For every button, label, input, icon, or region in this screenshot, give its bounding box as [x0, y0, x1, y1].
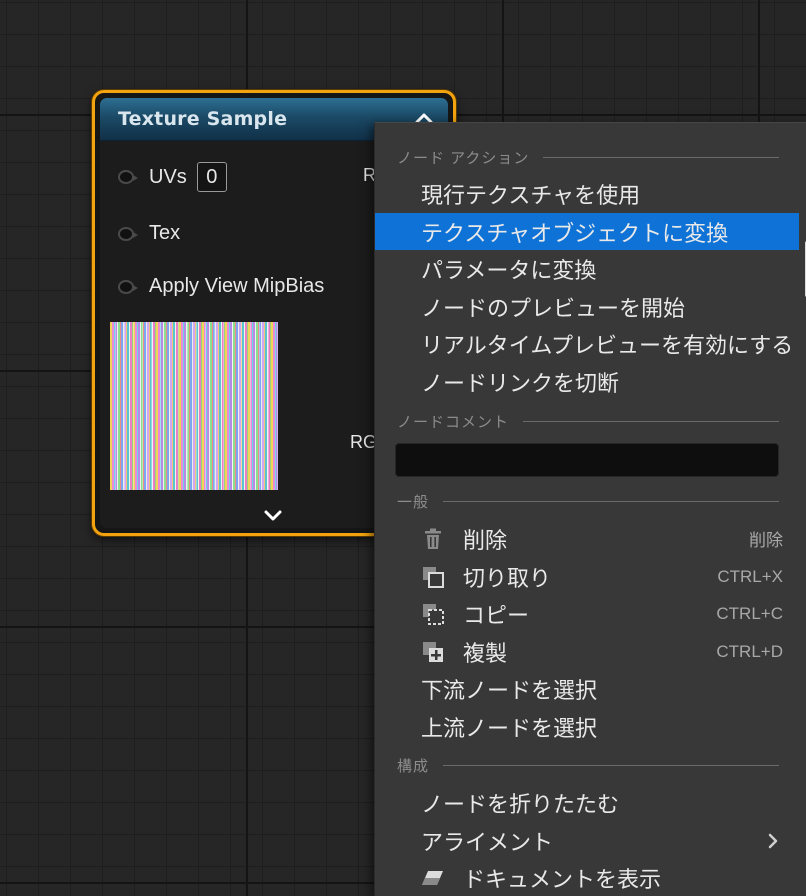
menu-item-label: ノードを折りたたむ: [421, 791, 620, 817]
menu-item-label: 切り取り: [463, 565, 552, 591]
divider: [523, 421, 779, 422]
menu-item-show-documentation[interactable]: ドキュメントを表示: [375, 859, 799, 896]
eraser-icon: [422, 871, 443, 885]
node-title: Texture Sample: [118, 108, 288, 130]
menu-item-alignment[interactable]: アライメント: [375, 822, 799, 859]
menu-item-label: 削除: [463, 527, 508, 553]
menu-item-duplicate[interactable]: 複製 CTRL+D: [375, 633, 799, 670]
pin-label-tex: Tex: [149, 222, 181, 244]
menu-item-label: 複製: [463, 640, 508, 666]
texture-preview: [110, 322, 278, 490]
menu-item-label: パラメータに変換: [421, 257, 597, 283]
menu-item-label: コピー: [463, 602, 530, 628]
menu-item-select-upstream[interactable]: 上流ノードを選択: [375, 708, 799, 745]
cut-icon: [423, 567, 444, 588]
menu-item-label: 現行テクスチャを使用: [421, 182, 641, 208]
menu-item-label: ノードのプレビューを開始: [421, 295, 686, 321]
section-title: ノードコメント: [397, 414, 510, 431]
menu-item-start-preview[interactable]: ノードのプレビューを開始: [375, 288, 799, 325]
menu-item-label: リアルタイムプレビューを有効にする: [421, 332, 794, 358]
duplicate-icon: [423, 642, 443, 662]
pin-row-uvs: UVs 0: [118, 162, 227, 192]
copy-icon: [423, 604, 444, 625]
output-label-rg: RG: [350, 432, 377, 452]
shortcut-label: CTRL+X: [717, 566, 783, 586]
context-menu: ノード アクション 現行テクスチャを使用 テクスチャオブジェクトに変換 パラメー…: [374, 122, 806, 896]
menu-item-use-current-texture[interactable]: 現行テクスチャを使用: [375, 175, 799, 212]
section-node-comment: ノードコメント: [397, 411, 779, 432]
shortcut-label: CTRL+D: [716, 641, 783, 661]
menu-item-convert-to-parameter[interactable]: パラメータに変換: [375, 250, 799, 287]
pin-circle-icon[interactable]: [118, 279, 138, 294]
menu-item-label: ドキュメントを表示: [463, 866, 662, 892]
menu-item-label: テクスチャオブジェクトに変換: [421, 220, 729, 246]
shortcut-label: CTRL+C: [716, 603, 783, 623]
pin-row-mipbias: Apply View MipBias: [118, 275, 324, 298]
chevron-right-icon: [768, 833, 778, 849]
pin-label-uvs: UVs: [149, 165, 187, 188]
menu-item-break-node-links[interactable]: ノードリンクを切断: [375, 363, 799, 400]
menu-item-cut[interactable]: 切り取り CTRL+X: [375, 558, 799, 595]
divider: [443, 501, 779, 502]
menu-item-enable-realtime-preview[interactable]: リアルタイムプレビューを有効にする: [375, 325, 799, 362]
shortcut-label: 削除: [749, 531, 783, 550]
menu-item-label: 上流ノードを選択: [421, 715, 598, 741]
section-title: 一般: [397, 494, 430, 511]
divider: [543, 157, 779, 158]
menu-item-label: 下流ノードを選択: [421, 677, 598, 703]
pin-label-mipbias: Apply View MipBias: [149, 275, 325, 297]
trash-icon: [425, 528, 441, 549]
section-general: 一般: [397, 491, 779, 512]
section-title: 構成: [397, 758, 430, 775]
menu-item-delete[interactable]: 削除 削除: [375, 520, 799, 557]
menu-item-copy[interactable]: コピー CTRL+C: [375, 595, 799, 632]
menu-item-select-downstream[interactable]: 下流ノードを選択: [375, 670, 799, 707]
menu-item-label: アライメント: [421, 829, 554, 855]
section-title: ノード アクション: [397, 150, 530, 167]
pin-row-tex: Tex: [118, 222, 180, 245]
menu-item-convert-to-texture-object[interactable]: テクスチャオブジェクトに変換: [375, 213, 799, 250]
section-node-actions: ノード アクション: [397, 147, 779, 168]
pin-circle-icon[interactable]: [118, 226, 138, 241]
uvs-input[interactable]: 0: [196, 162, 227, 192]
divider: [443, 765, 779, 766]
menu-item-label: ノードリンクを切断: [421, 370, 620, 396]
section-structure: 構成: [397, 755, 779, 776]
node-comment-input[interactable]: [395, 443, 779, 477]
menu-item-collapse-node[interactable]: ノードを折りたたむ: [375, 784, 799, 821]
pin-circle-icon[interactable]: [118, 170, 138, 184]
chevron-down-icon[interactable]: [263, 508, 283, 524]
